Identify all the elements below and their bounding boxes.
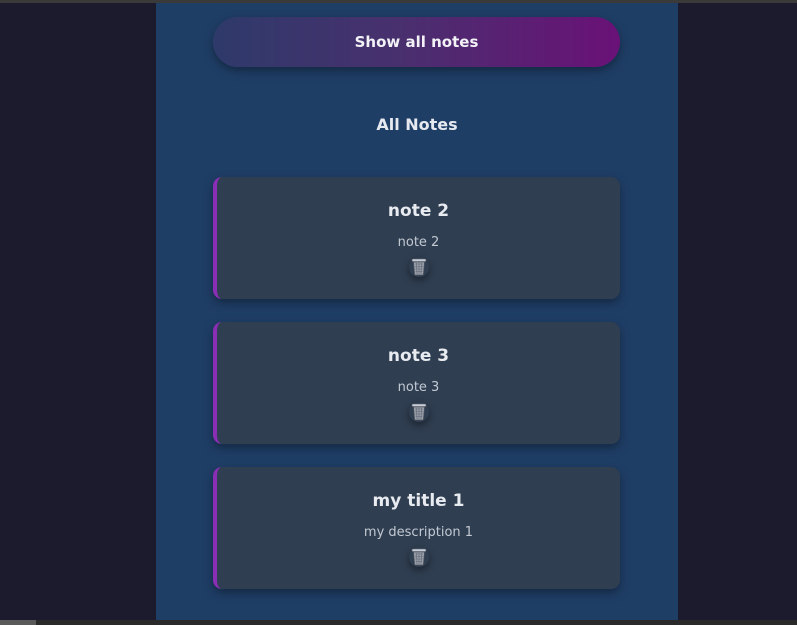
trash-icon[interactable] [409, 402, 429, 422]
note-description: note 2 [397, 235, 440, 250]
note-title: note 3 [387, 346, 450, 366]
trash-icon[interactable] [409, 257, 429, 277]
show-all-notes-button[interactable]: Show all notes [213, 17, 620, 67]
scrollbar-thumb[interactable] [0, 620, 36, 625]
section-title: All Notes [376, 115, 458, 134]
note-card: note 3 note 3 [213, 322, 620, 444]
horizontal-scrollbar[interactable] [0, 620, 797, 625]
note-card: note 2 note 2 [213, 177, 620, 299]
trash-icon[interactable] [409, 547, 429, 567]
note-title: note 2 [387, 201, 450, 221]
note-title: my title 1 [372, 491, 465, 511]
note-description: note 3 [397, 380, 440, 395]
note-card: my title 1 my description 1 [213, 467, 620, 589]
note-description: my description 1 [363, 525, 474, 540]
notes-panel: Show all notes All Notes note 2 note 2 n… [156, 3, 678, 620]
